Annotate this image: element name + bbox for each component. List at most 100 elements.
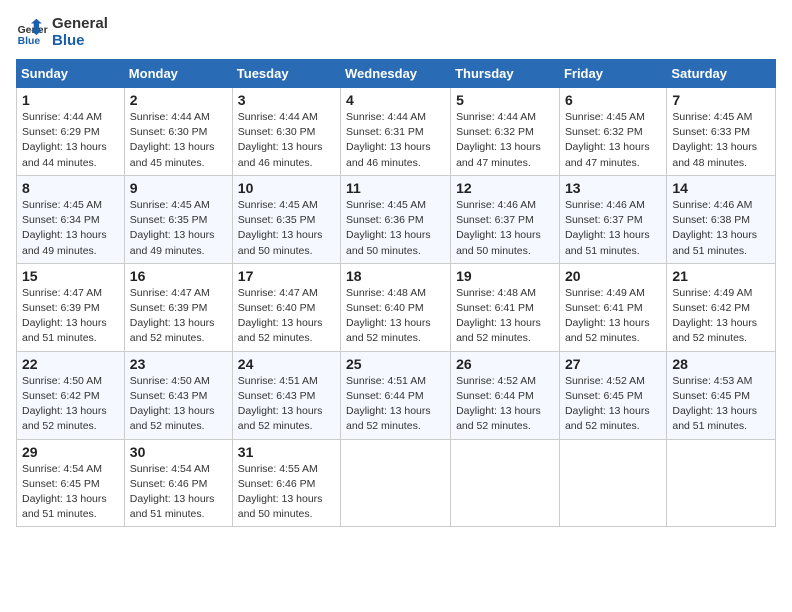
header-day-tuesday: Tuesday <box>232 60 340 88</box>
day-number: 9 <box>130 180 227 196</box>
day-number: 29 <box>22 444 119 460</box>
day-number: 23 <box>130 356 227 372</box>
day-info: Sunrise: 4:48 AMSunset: 6:41 PMDaylight:… <box>456 286 554 347</box>
calendar-cell: 10 Sunrise: 4:45 AMSunset: 6:35 PMDaylig… <box>232 175 340 263</box>
calendar-cell: 5 Sunrise: 4:44 AMSunset: 6:32 PMDayligh… <box>451 88 560 176</box>
day-info: Sunrise: 4:45 AMSunset: 6:36 PMDaylight:… <box>346 198 445 259</box>
day-number: 3 <box>238 92 335 108</box>
calendar-cell: 4 Sunrise: 4:44 AMSunset: 6:31 PMDayligh… <box>341 88 451 176</box>
day-number: 20 <box>565 268 661 284</box>
calendar-cell: 8 Sunrise: 4:45 AMSunset: 6:34 PMDayligh… <box>17 175 125 263</box>
day-number: 21 <box>672 268 770 284</box>
day-info: Sunrise: 4:44 AMSunset: 6:30 PMDaylight:… <box>238 110 335 171</box>
calendar-cell: 9 Sunrise: 4:45 AMSunset: 6:35 PMDayligh… <box>124 175 232 263</box>
day-info: Sunrise: 4:44 AMSunset: 6:32 PMDaylight:… <box>456 110 554 171</box>
day-number: 26 <box>456 356 554 372</box>
calendar-cell: 13 Sunrise: 4:46 AMSunset: 6:37 PMDaylig… <box>559 175 666 263</box>
day-number: 11 <box>346 180 445 196</box>
day-number: 31 <box>238 444 335 460</box>
day-info: Sunrise: 4:50 AMSunset: 6:42 PMDaylight:… <box>22 374 119 435</box>
day-info: Sunrise: 4:45 AMSunset: 6:32 PMDaylight:… <box>565 110 661 171</box>
day-info: Sunrise: 4:44 AMSunset: 6:31 PMDaylight:… <box>346 110 445 171</box>
day-number: 17 <box>238 268 335 284</box>
calendar-cell: 6 Sunrise: 4:45 AMSunset: 6:32 PMDayligh… <box>559 88 666 176</box>
header-day-saturday: Saturday <box>667 60 776 88</box>
day-info: Sunrise: 4:54 AMSunset: 6:46 PMDaylight:… <box>130 462 227 523</box>
calendar-cell: 27 Sunrise: 4:52 AMSunset: 6:45 PMDaylig… <box>559 351 666 439</box>
day-number: 13 <box>565 180 661 196</box>
day-info: Sunrise: 4:49 AMSunset: 6:41 PMDaylight:… <box>565 286 661 347</box>
day-number: 10 <box>238 180 335 196</box>
day-number: 14 <box>672 180 770 196</box>
calendar-week-4: 22 Sunrise: 4:50 AMSunset: 6:42 PMDaylig… <box>17 351 776 439</box>
calendar-cell: 25 Sunrise: 4:51 AMSunset: 6:44 PMDaylig… <box>341 351 451 439</box>
logo: General Blue General Blue <box>16 16 108 49</box>
day-number: 30 <box>130 444 227 460</box>
day-number: 1 <box>22 92 119 108</box>
calendar-week-5: 29 Sunrise: 4:54 AMSunset: 6:45 PMDaylig… <box>17 439 776 527</box>
calendar-cell: 1 Sunrise: 4:44 AMSunset: 6:29 PMDayligh… <box>17 88 125 176</box>
day-number: 8 <box>22 180 119 196</box>
calendar-cell: 29 Sunrise: 4:54 AMSunset: 6:45 PMDaylig… <box>17 439 125 527</box>
day-number: 28 <box>672 356 770 372</box>
day-info: Sunrise: 4:46 AMSunset: 6:37 PMDaylight:… <box>456 198 554 259</box>
calendar-cell: 12 Sunrise: 4:46 AMSunset: 6:37 PMDaylig… <box>451 175 560 263</box>
calendar-cell: 3 Sunrise: 4:44 AMSunset: 6:30 PMDayligh… <box>232 88 340 176</box>
day-number: 27 <box>565 356 661 372</box>
calendar-week-3: 15 Sunrise: 4:47 AMSunset: 6:39 PMDaylig… <box>17 263 776 351</box>
day-info: Sunrise: 4:47 AMSunset: 6:39 PMDaylight:… <box>130 286 227 347</box>
day-info: Sunrise: 4:55 AMSunset: 6:46 PMDaylight:… <box>238 462 335 523</box>
calendar-cell: 7 Sunrise: 4:45 AMSunset: 6:33 PMDayligh… <box>667 88 776 176</box>
day-number: 22 <box>22 356 119 372</box>
day-info: Sunrise: 4:53 AMSunset: 6:45 PMDaylight:… <box>672 374 770 435</box>
day-info: Sunrise: 4:48 AMSunset: 6:40 PMDaylight:… <box>346 286 445 347</box>
day-info: Sunrise: 4:44 AMSunset: 6:29 PMDaylight:… <box>22 110 119 171</box>
calendar-cell: 18 Sunrise: 4:48 AMSunset: 6:40 PMDaylig… <box>341 263 451 351</box>
calendar-cell <box>451 439 560 527</box>
day-info: Sunrise: 4:51 AMSunset: 6:43 PMDaylight:… <box>238 374 335 435</box>
calendar-header-row: SundayMondayTuesdayWednesdayThursdayFrid… <box>17 60 776 88</box>
day-info: Sunrise: 4:47 AMSunset: 6:40 PMDaylight:… <box>238 286 335 347</box>
day-info: Sunrise: 4:45 AMSunset: 6:34 PMDaylight:… <box>22 198 119 259</box>
day-info: Sunrise: 4:45 AMSunset: 6:33 PMDaylight:… <box>672 110 770 171</box>
header-day-monday: Monday <box>124 60 232 88</box>
calendar-cell: 23 Sunrise: 4:50 AMSunset: 6:43 PMDaylig… <box>124 351 232 439</box>
day-info: Sunrise: 4:50 AMSunset: 6:43 PMDaylight:… <box>130 374 227 435</box>
logo-blue: Blue <box>52 33 108 50</box>
day-info: Sunrise: 4:51 AMSunset: 6:44 PMDaylight:… <box>346 374 445 435</box>
day-info: Sunrise: 4:45 AMSunset: 6:35 PMDaylight:… <box>238 198 335 259</box>
day-number: 4 <box>346 92 445 108</box>
day-info: Sunrise: 4:52 AMSunset: 6:44 PMDaylight:… <box>456 374 554 435</box>
header-day-friday: Friday <box>559 60 666 88</box>
calendar-cell: 30 Sunrise: 4:54 AMSunset: 6:46 PMDaylig… <box>124 439 232 527</box>
calendar-cell: 20 Sunrise: 4:49 AMSunset: 6:41 PMDaylig… <box>559 263 666 351</box>
calendar-cell: 17 Sunrise: 4:47 AMSunset: 6:40 PMDaylig… <box>232 263 340 351</box>
day-info: Sunrise: 4:44 AMSunset: 6:30 PMDaylight:… <box>130 110 227 171</box>
day-info: Sunrise: 4:46 AMSunset: 6:37 PMDaylight:… <box>565 198 661 259</box>
day-number: 18 <box>346 268 445 284</box>
calendar-cell <box>341 439 451 527</box>
calendar-cell <box>559 439 666 527</box>
calendar-cell: 28 Sunrise: 4:53 AMSunset: 6:45 PMDaylig… <box>667 351 776 439</box>
day-number: 5 <box>456 92 554 108</box>
header-day-sunday: Sunday <box>17 60 125 88</box>
logo-general: General <box>52 16 108 33</box>
header: General Blue General Blue <box>16 16 776 49</box>
calendar-cell: 19 Sunrise: 4:48 AMSunset: 6:41 PMDaylig… <box>451 263 560 351</box>
day-number: 12 <box>456 180 554 196</box>
calendar-week-2: 8 Sunrise: 4:45 AMSunset: 6:34 PMDayligh… <box>17 175 776 263</box>
calendar-cell: 21 Sunrise: 4:49 AMSunset: 6:42 PMDaylig… <box>667 263 776 351</box>
calendar-body: 1 Sunrise: 4:44 AMSunset: 6:29 PMDayligh… <box>17 88 776 527</box>
day-info: Sunrise: 4:47 AMSunset: 6:39 PMDaylight:… <box>22 286 119 347</box>
header-day-thursday: Thursday <box>451 60 560 88</box>
day-info: Sunrise: 4:49 AMSunset: 6:42 PMDaylight:… <box>672 286 770 347</box>
header-day-wednesday: Wednesday <box>341 60 451 88</box>
calendar-table: SundayMondayTuesdayWednesdayThursdayFrid… <box>16 59 776 527</box>
day-number: 7 <box>672 92 770 108</box>
calendar-cell: 15 Sunrise: 4:47 AMSunset: 6:39 PMDaylig… <box>17 263 125 351</box>
day-number: 24 <box>238 356 335 372</box>
logo-icon: General Blue <box>16 17 48 49</box>
day-number: 2 <box>130 92 227 108</box>
calendar-cell: 16 Sunrise: 4:47 AMSunset: 6:39 PMDaylig… <box>124 263 232 351</box>
day-info: Sunrise: 4:46 AMSunset: 6:38 PMDaylight:… <box>672 198 770 259</box>
